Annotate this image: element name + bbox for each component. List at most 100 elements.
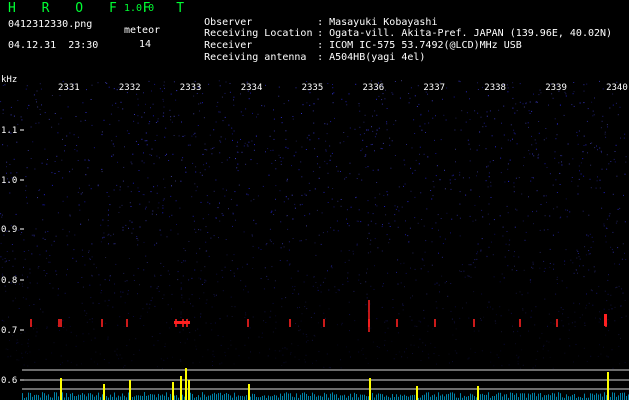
noise-speck [233,104,235,106]
noise-speck [439,291,440,293]
noise-speck [617,208,619,210]
noise-speck [89,318,91,320]
noise-speck [274,209,276,211]
noise-speck [169,285,171,287]
noise-speck [199,248,201,250]
level-bar [212,393,213,400]
noise-speck [156,366,158,368]
noise-speck [386,129,388,131]
noise-speck [428,357,430,359]
noise-speck [250,159,252,161]
noise-speck [224,195,226,197]
noise-speck [519,101,521,103]
noise-speck [386,191,388,193]
noise-speck [479,196,480,198]
noise-speck [531,110,533,112]
level-bar [382,394,383,400]
meteor-echo [323,319,325,327]
level-bar [226,392,227,400]
noise-speck [226,189,227,191]
noise-speck [605,241,607,243]
noise-speck [53,240,55,242]
noise-speck [88,219,89,221]
noise-speck [4,258,6,259]
noise-speck [555,138,557,140]
level-bar [404,394,405,400]
noise-speck [219,111,221,113]
noise-speck [449,179,451,181]
noise-speck [463,270,465,272]
noise-speck [509,239,511,241]
noise-speck [494,118,496,120]
noise-speck [95,351,97,353]
level-bar [204,394,205,400]
noise-speck [592,241,594,243]
noise-speck [375,204,376,206]
noise-speck [603,308,605,310]
noise-speck [573,82,575,83]
noise-speck [342,283,344,285]
noise-speck [365,357,367,359]
noise-speck [212,147,214,149]
noise-speck [103,236,105,238]
noise-speck [73,134,75,136]
noise-speck [79,209,81,211]
noise-speck [215,121,217,123]
noise-speck [77,191,79,193]
noise-speck [574,311,576,313]
noise-speck [498,357,500,359]
noise-speck [282,354,284,356]
noise-speck [381,306,383,308]
noise-speck [587,235,589,237]
noise-speck [80,193,82,195]
noise-speck [454,306,456,308]
noise-speck [389,137,391,139]
noise-speck [44,239,46,240]
noise-speck [540,204,542,205]
noise-speck [465,194,467,196]
noise-speck [366,129,368,131]
noise-speck [467,275,469,277]
noise-speck [425,344,426,346]
level-bar [154,394,155,400]
noise-speck [559,217,561,219]
level-bar [78,394,79,400]
noise-speck [564,263,566,265]
noise-speck [58,123,60,125]
noise-speck [387,327,389,329]
noise-speck [499,281,501,283]
noise-speck [412,335,414,336]
noise-speck [219,318,221,320]
noise-speck [413,119,415,121]
noise-speck [481,238,483,240]
noise-speck [358,209,360,211]
noise-speck [61,159,63,161]
noise-speck [227,348,229,350]
noise-speck [23,266,24,268]
level-bar [492,396,493,400]
noise-speck [332,84,333,85]
noise-speck [222,188,224,190]
noise-speck [201,284,203,285]
noise-speck [51,244,53,246]
noise-speck [10,172,12,174]
noise-speck [579,102,581,104]
noise-speck [275,321,277,323]
noise-speck [219,363,221,365]
noise-speck [7,356,9,358]
noise-speck [109,275,111,276]
noise-speck [590,164,592,166]
noise-speck [517,363,519,365]
noise-speck [327,270,328,272]
noise-speck [425,132,426,133]
noise-speck [90,339,92,341]
noise-speck [525,102,527,104]
level-bar [66,393,67,400]
noise-speck [81,249,83,251]
noise-speck [444,188,446,190]
noise-speck [175,200,177,202]
noise-speck [579,303,580,305]
noise-speck [377,169,379,171]
noise-speck [261,105,263,107]
noise-speck [324,277,326,279]
